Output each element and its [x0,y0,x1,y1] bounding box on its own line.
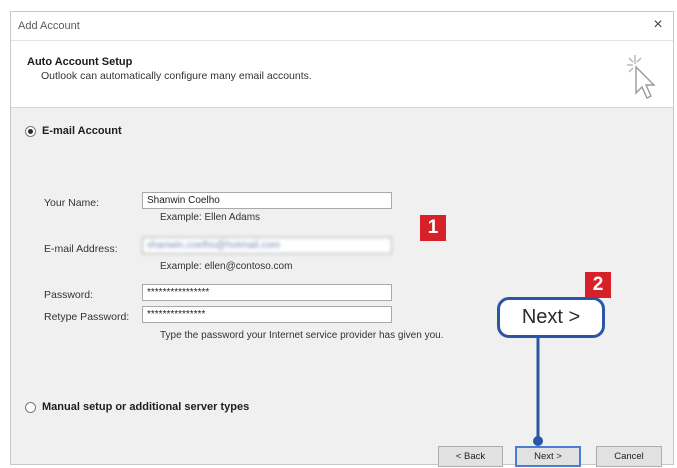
step-badge-2: 2 [585,272,611,298]
header-title: Auto Account Setup [27,56,133,68]
retype-password-input[interactable] [142,306,392,323]
add-account-dialog: Add Account × Auto Account Setup Outlook… [10,11,674,467]
password-label: Password: [44,289,94,301]
manual-setup-radio[interactable] [25,401,36,413]
wizard-header: Auto Account Setup Outlook can automatic… [11,41,673,108]
retype-password-label: Retype Password: [44,311,130,323]
title-bar: Add Account × [11,12,673,41]
email-account-radio[interactable] [25,125,36,137]
manual-setup-label: Manual setup or additional server types [42,401,250,413]
header-subtitle: Outlook can automatically configure many… [41,70,312,82]
email-address-label: E-mail Address: [44,243,118,255]
your-name-hint: Example: Ellen Adams [160,212,261,223]
next-button[interactable]: Next > [515,446,581,467]
email-account-label: E-mail Account [42,125,122,137]
email-address-hint: Example: ellen@contoso.com [160,261,293,272]
close-icon[interactable]: × [643,12,673,40]
next-callout: Next > [497,297,605,338]
your-name-input[interactable] [142,192,392,209]
password-hint: Type the password your Internet service … [160,330,444,341]
step-badge-1: 1 [420,215,446,241]
email-account-option[interactable]: E-mail Account [25,125,122,137]
email-address-input[interactable] [142,237,392,254]
window-title: Add Account [18,20,80,32]
password-input[interactable] [142,284,392,301]
back-button[interactable]: < Back [438,446,503,467]
your-name-label: Your Name: [44,197,100,209]
cancel-button[interactable]: Cancel [596,446,662,467]
wizard-cursor-icon [627,55,656,99]
manual-setup-option[interactable]: Manual setup or additional server types [25,401,249,413]
